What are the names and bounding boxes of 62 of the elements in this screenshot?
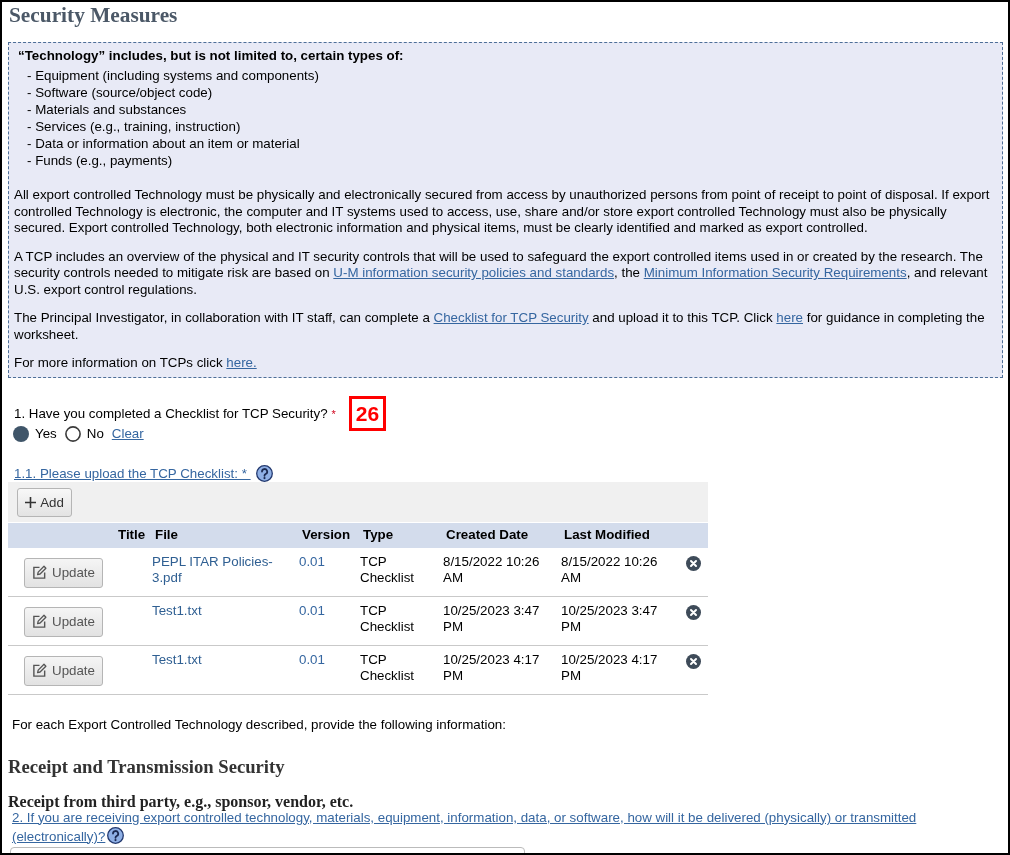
table-cell: TCP Checklist [360,651,415,683]
column-header: File [154,527,179,543]
clear-link[interactable]: Clear [111,426,144,441]
section-heading: Receipt and Transmission Security [8,755,286,778]
link[interactable]: Checklist for TCP Security [433,310,589,325]
update-button[interactable]: Update [24,606,103,637]
question-label: 1. Have you completed a Checklist for TCP Security? [14,405,328,421]
table-cell: 8/15/2022 10:26 AM [443,553,540,585]
column-header: Title [117,527,147,543]
radio-label[interactable]: No [86,426,104,441]
list-item: - Materials and substances [27,101,188,118]
close-icon[interactable] [686,555,701,571]
plus-icon [25,496,37,508]
paragraph: For more information on TCPs click here. [14,355,258,372]
paragraph: All export controlled Technology must be physically and electronically secured from access by unauthorized persons from point of receipt to point of disposal. If export controlled Technology is electronic, the computer and IT systems used to access, use, share and/or store export controlled Technology must also be physically secured. Export controlled Technology, both electronic information and physical items, must be clearly identified and marked as export controlled. [14,187,991,237]
radio-button[interactable] [13,425,29,442]
edit-icon [32,663,47,678]
table-cell: 8/15/2022 10:26 AM [561,553,658,585]
edit-icon [32,614,47,629]
list-item: - Data or information about an item or material [27,135,301,152]
list-item: - Funds (e.g., payments) [27,152,174,169]
required-mark: * [331,407,336,420]
column-header: Type [362,527,395,543]
close-icon[interactable] [686,653,701,669]
file-link[interactable]: PEPL ITAR Policies-3.pdf [152,553,293,586]
update-button[interactable]: Update [24,655,103,686]
file-link[interactable]: Test1.txt [152,602,202,619]
instruction-text: For each Export Controlled Technology described, provide the following information: [12,716,507,733]
paragraph: The Principal Investigator, in collaboration with IT staff, can complete a Checklist for TCP Security and upload it to this TCP. Click here for guidance in completing the worksheet. [14,310,986,343]
table-cell: 0.01 [299,651,325,667]
link[interactable]: here [776,310,803,325]
table-cell: 0.01 [299,553,325,569]
link[interactable]: here. [226,355,257,370]
list-item: - Software (source/object code) [27,84,214,101]
info-heading: “Technology” includes, but is not limited to, certain types of: [18,47,405,64]
table-cell: 0.01 [299,602,325,618]
close-icon[interactable] [686,604,701,620]
table-cell: 10/25/2023 3:47 PM [443,602,540,634]
file-link[interactable]: Test1.txt [152,651,202,668]
link[interactable]: Minimum Information Security Requirements [643,265,907,280]
column-header: Last Modified [563,527,651,543]
question-link[interactable]: 1.1. Please upload the TCP Checklist: * [14,465,251,482]
page-title: Security Measures [9,3,179,27]
table-cell: 10/25/2023 4:17 PM [443,651,540,683]
subsection-heading: Receipt from third party, e.g., sponsor, vendor, etc. [8,792,355,811]
edit-icon [32,565,47,580]
help-icon[interactable] [107,826,125,844]
column-header: Version [301,527,352,543]
column-header: Created Date [445,527,530,543]
paragraph: A TCP includes an overview of the physical and IT security controls that will be used to safeguard the export controlled items used in or created by the research. The security controls needed to mitigate risk are based on U-M information security policies and standards, the Minimum Information Security Requirements, and relevant U.S. export control regulations. [14,248,989,298]
annotation-number: 26 [349,396,386,431]
list-item: - Services (e.g., training, instruction) [27,118,242,135]
update-button[interactable]: Update [24,557,103,588]
add-button[interactable]: Add [17,487,72,517]
radio-button[interactable] [64,425,81,442]
radio-label[interactable]: Yes [35,426,57,441]
table-cell: 10/25/2023 3:47 PM [561,602,658,634]
table-cell: TCP Checklist [360,553,415,585]
table-cell: 10/25/2023 4:17 PM [561,651,658,683]
table-cell: TCP Checklist [360,602,415,634]
help-icon[interactable] [255,465,273,482]
list-item: - Equipment (including systems and components) [27,67,320,84]
